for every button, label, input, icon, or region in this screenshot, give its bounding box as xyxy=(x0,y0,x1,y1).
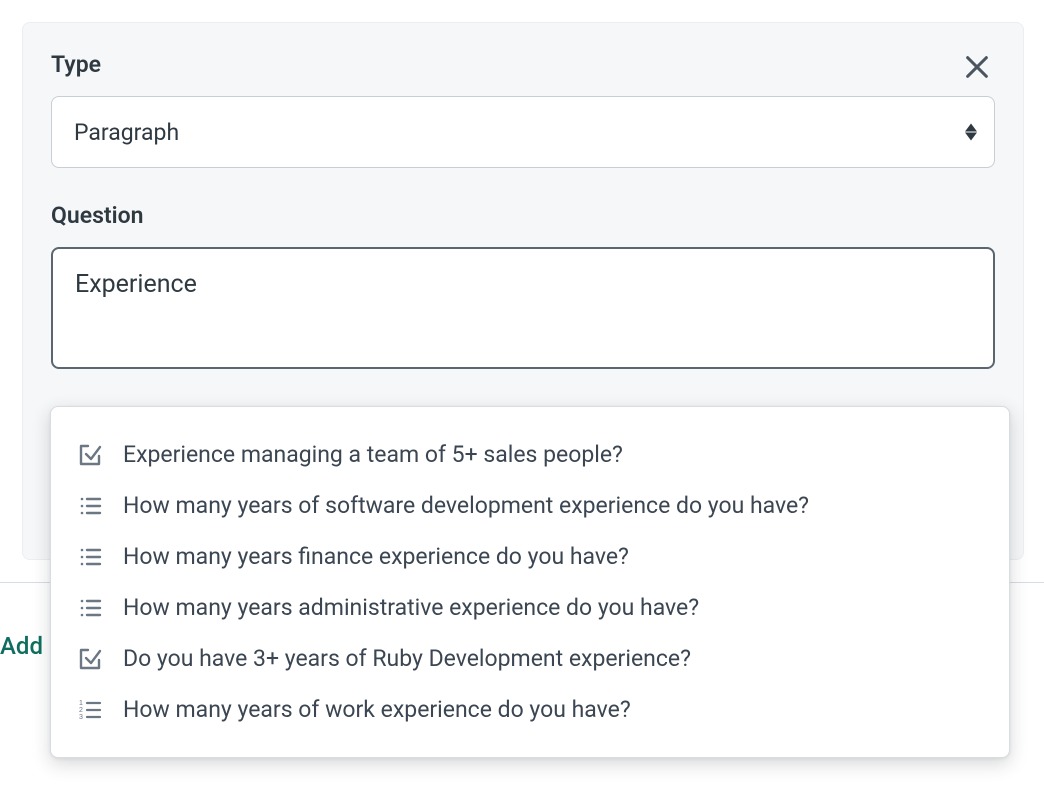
suggestion-text: Do you have 3+ years of Ruby Development… xyxy=(123,645,691,672)
suggestion-text: How many years of software development e… xyxy=(123,492,809,519)
check-square-icon xyxy=(77,442,103,468)
suggestion-item[interactable]: Do you have 3+ years of Ruby Development… xyxy=(51,633,1009,684)
type-select[interactable]: Paragraph xyxy=(51,96,995,168)
check-square-icon xyxy=(77,646,103,672)
question-section: Question xyxy=(51,202,995,373)
number-list-icon: 1 2 3 xyxy=(77,697,103,723)
suggestions-dropdown: Experience managing a team of 5+ sales p… xyxy=(50,406,1010,758)
svg-text:1: 1 xyxy=(79,700,83,707)
close-button[interactable] xyxy=(959,51,995,87)
svg-text:2: 2 xyxy=(79,707,83,714)
add-link[interactable]: Add xyxy=(0,632,43,660)
suggestion-item[interactable]: How many years administrative experience… xyxy=(51,582,1009,633)
question-label: Question xyxy=(51,202,995,229)
svg-text:3: 3 xyxy=(79,714,83,721)
suggestion-item[interactable]: Experience managing a team of 5+ sales p… xyxy=(51,429,1009,480)
suggestion-text: How many years administrative experience… xyxy=(123,594,699,621)
type-label: Type xyxy=(51,51,101,78)
suggestion-text: Experience managing a team of 5+ sales p… xyxy=(123,441,623,468)
question-input[interactable] xyxy=(51,247,995,369)
suggestion-text: How many years of work experience do you… xyxy=(123,696,631,723)
bullet-list-icon xyxy=(77,493,103,519)
bullet-list-icon xyxy=(77,595,103,621)
close-icon xyxy=(963,53,991,85)
bullet-list-icon xyxy=(77,544,103,570)
type-select-wrap: Paragraph xyxy=(51,96,995,168)
suggestion-text: How many years finance experience do you… xyxy=(123,543,629,570)
suggestion-item[interactable]: How many years of software development e… xyxy=(51,480,1009,531)
type-select-value: Paragraph xyxy=(74,119,179,146)
suggestion-item[interactable]: 1 2 3 How many years of work experience … xyxy=(51,684,1009,735)
suggestion-item[interactable]: How many years finance experience do you… xyxy=(51,531,1009,582)
panel-header: Type xyxy=(51,51,995,96)
